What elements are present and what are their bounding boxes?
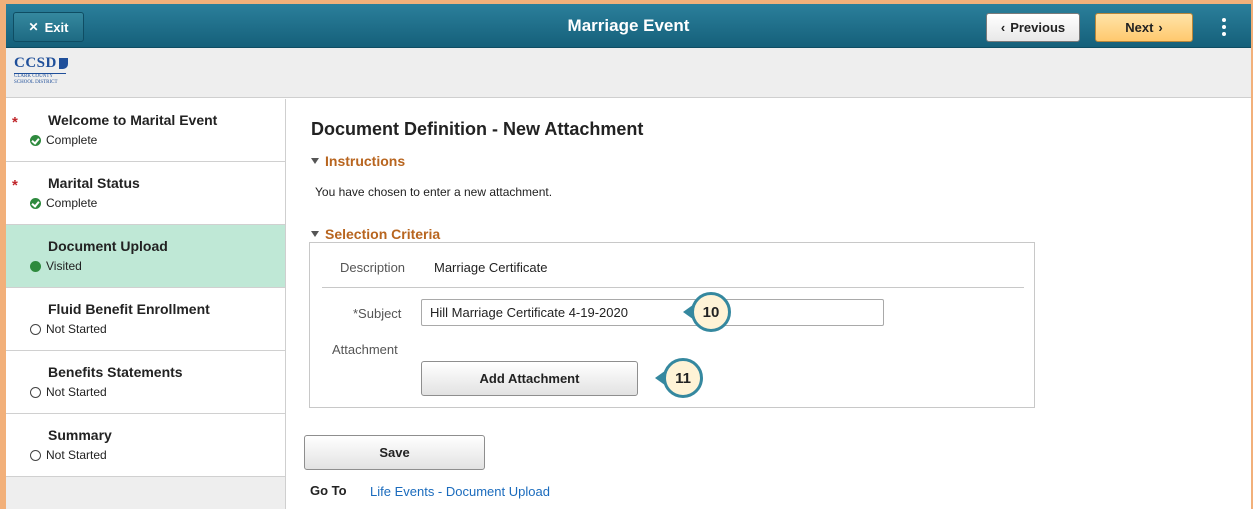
callout-marker-10: 10 [683,292,735,332]
subject-label: *Subject [353,306,402,321]
callout-number: 10 [691,292,731,332]
subject-input[interactable] [421,299,884,326]
step-status-text: Not Started [46,385,107,399]
required-icon: * [12,177,18,194]
check-circle-icon [30,197,41,209]
step-status: Not Started [30,322,107,336]
step-status: Complete [30,196,97,210]
selection-criteria-section-toggle[interactable]: Selection Criteria [311,226,440,242]
sidebar-step-marital-status[interactable]: * Marital Status Complete [6,162,285,225]
step-status: Visited [30,259,82,273]
empty-circle-icon [30,323,41,335]
actions-menu-icon[interactable] [1209,12,1239,42]
page-title: Document Definition - New Attachment [311,119,644,139]
step-label: Document Upload [48,238,168,254]
close-icon: ✕ [28,20,39,34]
sidebar-step-benefits-statements[interactable]: Benefits Statements Not Started [6,351,285,414]
sidebar-step-document-upload[interactable]: Document Upload Visited [6,225,285,288]
instructions-header: Instructions [325,153,406,169]
selection-criteria-header: Selection Criteria [325,226,441,242]
logo-text: CCSD [14,55,57,71]
step-status-text: Complete [46,133,98,147]
check-circle-icon [30,134,41,146]
add-attachment-button[interactable]: Add Attachment [421,361,638,396]
attachment-label: Attachment [332,342,398,357]
triangle-down-icon [311,158,319,164]
step-status-text: Visited [46,259,82,273]
step-label: Summary [48,427,112,443]
divider [322,287,1024,288]
chevron-left-icon: ‹ [1000,20,1006,35]
sidebar-step-fluid-benefit-enrollment[interactable]: Fluid Benefit Enrollment Not Started [6,288,285,351]
description-label: Description [340,260,406,275]
triangle-down-icon [311,231,319,237]
chevron-right-icon: › [1158,20,1163,35]
sidebar: * Welcome to Marital Event Complete * Ma… [6,99,286,509]
step-status: Not Started [30,385,107,399]
logo-subtext: CLARK COUNTY SCHOOL DISTRICT [14,73,66,86]
header-logo-strip: CCSD CLARK COUNTY SCHOOL DISTRICT [6,48,1251,98]
sidebar-step-summary[interactable]: Summary Not Started [6,414,285,477]
callout-number: 11 [663,358,703,398]
previous-button[interactable]: ‹ Previous [986,13,1080,42]
instructions-section-toggle[interactable]: Instructions [311,153,405,169]
step-label: Welcome to Marital Event [48,112,218,128]
main-content: Document Definition - New Attachment Ins… [287,99,1251,509]
step-status-text: Not Started [46,448,107,462]
step-label: Marital Status [48,175,140,191]
instructions-text: You have chosen to enter a new attachmen… [315,185,553,199]
exit-button[interactable]: ✕ Exit [13,12,84,42]
sidebar-step-welcome[interactable]: * Welcome to Marital Event Complete [6,99,285,162]
save-button[interactable]: Save [304,435,485,470]
step-label: Fluid Benefit Enrollment [48,301,210,317]
visited-dot-icon [30,260,41,272]
empty-circle-icon [30,386,41,398]
step-status-text: Not Started [46,322,107,336]
goto-label: Go To [310,483,347,498]
exit-label: Exit [44,19,69,35]
step-status-text: Complete [46,196,98,210]
step-status: Complete [30,133,97,147]
required-icon: * [12,114,18,131]
description-value: Marriage Certificate [434,260,548,275]
step-label: Benefits Statements [48,364,183,380]
ccsd-logo: CCSD CLARK COUNTY SCHOOL DISTRICT [14,55,74,91]
next-button[interactable]: Next › [1095,13,1193,42]
step-status: Not Started [30,448,107,462]
banner: ✕ Exit Marriage Event ‹ Previous Next › [6,4,1251,48]
previous-label: Previous [1010,20,1066,35]
callout-marker-11: 11 [655,358,707,398]
empty-circle-icon [30,449,41,461]
life-events-document-upload-link[interactable]: Life Events - Document Upload [370,484,550,499]
next-label: Next [1125,20,1154,35]
